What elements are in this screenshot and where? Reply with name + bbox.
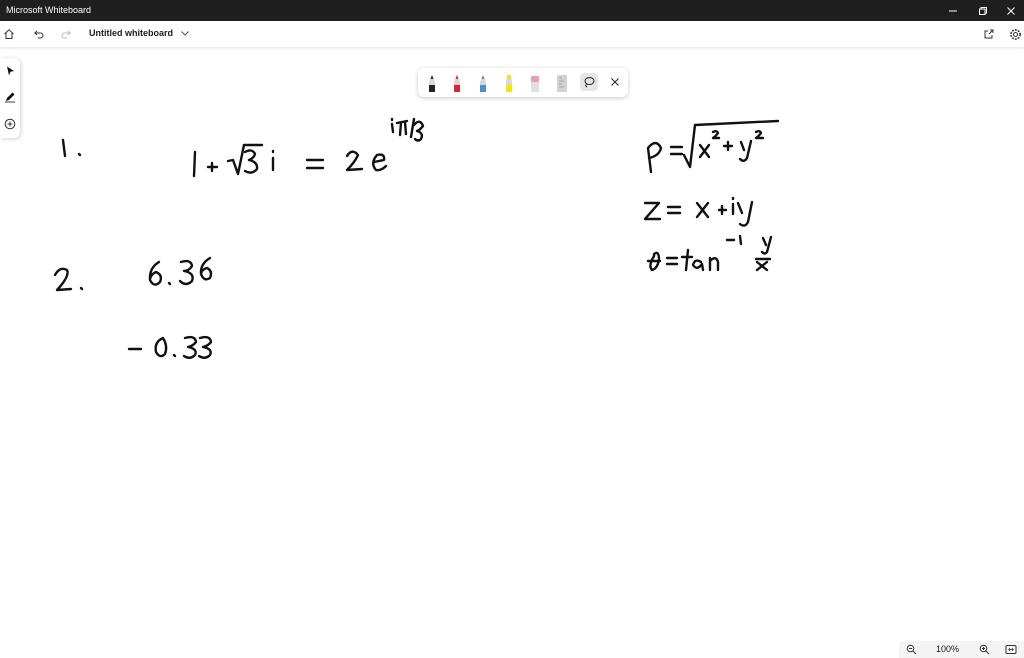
- ink-theta-formula: [646, 234, 773, 272]
- ink-number-2: [53, 267, 84, 292]
- fit-screen-icon: [1005, 645, 1017, 654]
- fit-to-screen-button[interactable]: [1003, 642, 1019, 657]
- zoom-level: 100%: [936, 644, 960, 654]
- zoom-out-icon: [906, 644, 916, 655]
- ink-value-neg-0-33: [127, 335, 213, 359]
- ink-equation-1: [192, 117, 425, 178]
- ink-rho-formula: [646, 119, 780, 174]
- zoom-out-button[interactable]: [903, 642, 919, 657]
- zoom-bar: 100%: [899, 641, 1024, 658]
- ink-number-1: [61, 138, 82, 158]
- zoom-in-icon: [979, 644, 989, 655]
- whiteboard-canvas[interactable]: [0, 0, 1024, 658]
- ink-z-formula: [643, 196, 754, 227]
- ink-value-6-36: [148, 256, 213, 286]
- zoom-in-button[interactable]: [976, 642, 992, 657]
